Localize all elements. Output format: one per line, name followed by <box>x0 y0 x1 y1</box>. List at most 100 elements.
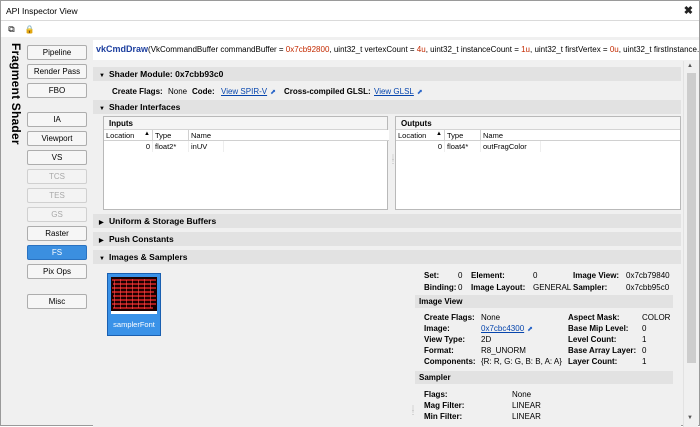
collapse-arrow-icon: ▶ <box>99 220 104 226</box>
image-view-header: Image View <box>415 295 673 308</box>
section-title: Images & Samplers <box>109 252 188 262</box>
stage-button-fs[interactable]: FS <box>27 245 87 260</box>
stage-button-render-pass[interactable]: Render Pass <box>27 64 87 79</box>
api-call-line: vkCmdDraw(VkCommandBuffer commandBuffer … <box>93 40 699 60</box>
column-header-name[interactable]: Name <box>481 130 680 141</box>
lock-icon[interactable]: 🔒 <box>24 24 35 35</box>
set-value: 0 <box>458 271 463 280</box>
instance-count-value: 1u <box>521 45 530 54</box>
iv-image-label: Image: <box>424 324 450 333</box>
mag-filter-label: Mag Filter: <box>424 401 465 410</box>
stage-button-pipeline[interactable]: Pipeline <box>27 45 87 60</box>
glsl-link-wrap: View GLSL ⬈ <box>374 87 423 96</box>
sampler-flags-value: None <box>512 390 532 399</box>
iv-image-link-wrap: 0x7cbc4300 ⬈ <box>481 324 533 333</box>
output-type-cell[interactable]: float4* <box>445 141 481 152</box>
view-glsl-link[interactable]: View GLSL <box>374 87 414 96</box>
uniform-buffers-header[interactable]: ▶ Uniform & Storage Buffers <box>93 214 681 228</box>
inputs-title: Inputs <box>104 117 387 130</box>
iv-layer-count-value: 1 <box>642 357 647 366</box>
sampler-label: Sampler: <box>573 283 608 292</box>
output-name-cell[interactable]: outFragColor <box>481 141 541 152</box>
stage-button-misc[interactable]: Misc <box>27 294 87 309</box>
scroll-up-arrow-icon[interactable]: ▲ <box>687 63 693 69</box>
glsl-label: Cross-compiled GLSL: <box>284 87 371 96</box>
image-view-label: Image View: <box>573 271 620 280</box>
font-texture-preview <box>111 277 157 314</box>
code-link-wrap: View SPIR-V ⬈ <box>221 87 276 96</box>
iv-view-type-value: 2D <box>481 335 492 344</box>
stage-button-vs[interactable]: VS <box>27 150 87 165</box>
splitter-handle[interactable]: ⋮ ⋮ <box>410 406 416 416</box>
stage-button-tcs[interactable]: TCS <box>27 169 87 184</box>
call-param-text: , uint32_t instanceCount = <box>425 45 522 54</box>
close-icon[interactable]: ✖ <box>684 4 693 17</box>
call-param-text: , uint32_t firstInstance... <box>618 45 699 54</box>
collapse-arrow-icon: ▶ <box>99 238 104 244</box>
iv-level-count-value: 1 <box>642 335 647 344</box>
iv-image-link[interactable]: 0x7cbc4300 <box>481 324 524 333</box>
shader-interfaces-header[interactable]: ▼ Shader Interfaces <box>93 100 681 114</box>
iv-format-value: R8_UNORM <box>481 346 526 355</box>
push-constants-header[interactable]: ▶ Push Constants <box>93 232 681 246</box>
iv-base-array-value: 0 <box>642 346 647 355</box>
stage-details-panel: ▼ Shader Module: 0x7cbb93c0 Create Flags:… <box>93 61 681 427</box>
column-header-location[interactable]: Location ▲ <box>104 130 153 141</box>
outputs-pane: Outputs Location ▲ Type Name 0 float4* ou… <box>395 116 681 210</box>
binding-label: Binding: <box>424 283 457 292</box>
input-location-cell[interactable]: 0 <box>104 141 153 152</box>
stage-button-raster[interactable]: Raster <box>27 226 87 241</box>
output-location-cell[interactable]: 0 <box>396 141 445 152</box>
scroll-down-arrow-icon[interactable]: ▼ <box>687 415 693 421</box>
copy-icon[interactable]: ⧉ <box>6 24 17 35</box>
scrollbar-thumb[interactable] <box>687 73 696 363</box>
api-inspector-window: API Inspector View ✖ ⧉ 🔒 Fragment Shader… <box>0 0 700 427</box>
element-label: Element: <box>471 271 505 280</box>
iv-base-array-label: Base Array Layer: <box>568 346 637 355</box>
binding-value: 0 <box>458 283 463 292</box>
min-filter-label: Min Filter: <box>424 412 463 421</box>
outputs-title: Outputs <box>396 117 680 130</box>
set-label: Set: <box>424 271 440 280</box>
external-link-icon: ⬈ <box>270 89 276 96</box>
image-layout-label: Image Layout: <box>471 283 526 292</box>
section-title: Uniform & Storage Buffers <box>109 216 217 226</box>
image-view-value: 0x7cb79840 <box>626 271 670 280</box>
iv-aspect-mask-label: Aspect Mask: <box>568 313 620 322</box>
call-param-text: , uint32_t vertexCount = <box>329 45 417 54</box>
sampler-caption: samplerFont <box>113 320 155 329</box>
shader-module-header[interactable]: ▼ Shader Module: 0x7cbb93c0 <box>93 67 681 81</box>
images-samplers-header[interactable]: ▼ Images & Samplers <box>93 250 681 264</box>
iv-base-mip-value: 0 <box>642 324 647 333</box>
inputs-pane: Inputs Location ▲ Type Name 0 float2* inU… <box>103 116 389 210</box>
sort-ascending-icon: ▲ <box>144 131 150 137</box>
input-type-cell[interactable]: float2* <box>153 141 189 152</box>
iv-aspect-mask-value: COLOR <box>642 313 671 322</box>
sampler-font-thumbnail[interactable]: samplerFont <box>107 273 161 336</box>
toolbar: ⧉ 🔒 <box>1 21 699 37</box>
view-spirv-link[interactable]: View SPIR-V <box>221 87 267 96</box>
mag-filter-value: LINEAR <box>512 401 541 410</box>
iv-create-flags-label: Create Flags: <box>424 313 475 322</box>
stage-button-tes[interactable]: TES <box>27 188 87 203</box>
vertical-scrollbar[interactable]: ▲ ▼ <box>683 61 698 427</box>
stage-button-pix-ops[interactable]: Pix Ops <box>27 264 87 279</box>
column-header-name[interactable]: Name <box>189 130 389 141</box>
column-header-location[interactable]: Location ▲ <box>396 130 445 141</box>
stage-button-ia[interactable]: IA <box>27 112 87 127</box>
iv-format-label: Format: <box>424 346 454 355</box>
column-header-type[interactable]: Type <box>445 130 481 141</box>
column-header-type[interactable]: Type <box>153 130 189 141</box>
expand-arrow-icon: ▼ <box>99 256 105 262</box>
sort-ascending-icon: ▲ <box>436 131 442 137</box>
iv-level-count-label: Level Count: <box>568 335 617 344</box>
stage-button-gs[interactable]: GS <box>27 207 87 222</box>
stage-button-viewport[interactable]: Viewport <box>27 131 87 146</box>
stage-button-fbo[interactable]: FBO <box>27 83 87 98</box>
section-title: Push Constants <box>109 234 174 244</box>
column-header-label: Location <box>398 131 427 140</box>
input-name-cell[interactable]: inUV <box>189 141 224 152</box>
sampler-flags-label: Flags: <box>424 390 448 399</box>
iv-base-mip-label: Base Mip Level: <box>568 324 629 333</box>
expand-arrow-icon: ▼ <box>99 106 105 112</box>
